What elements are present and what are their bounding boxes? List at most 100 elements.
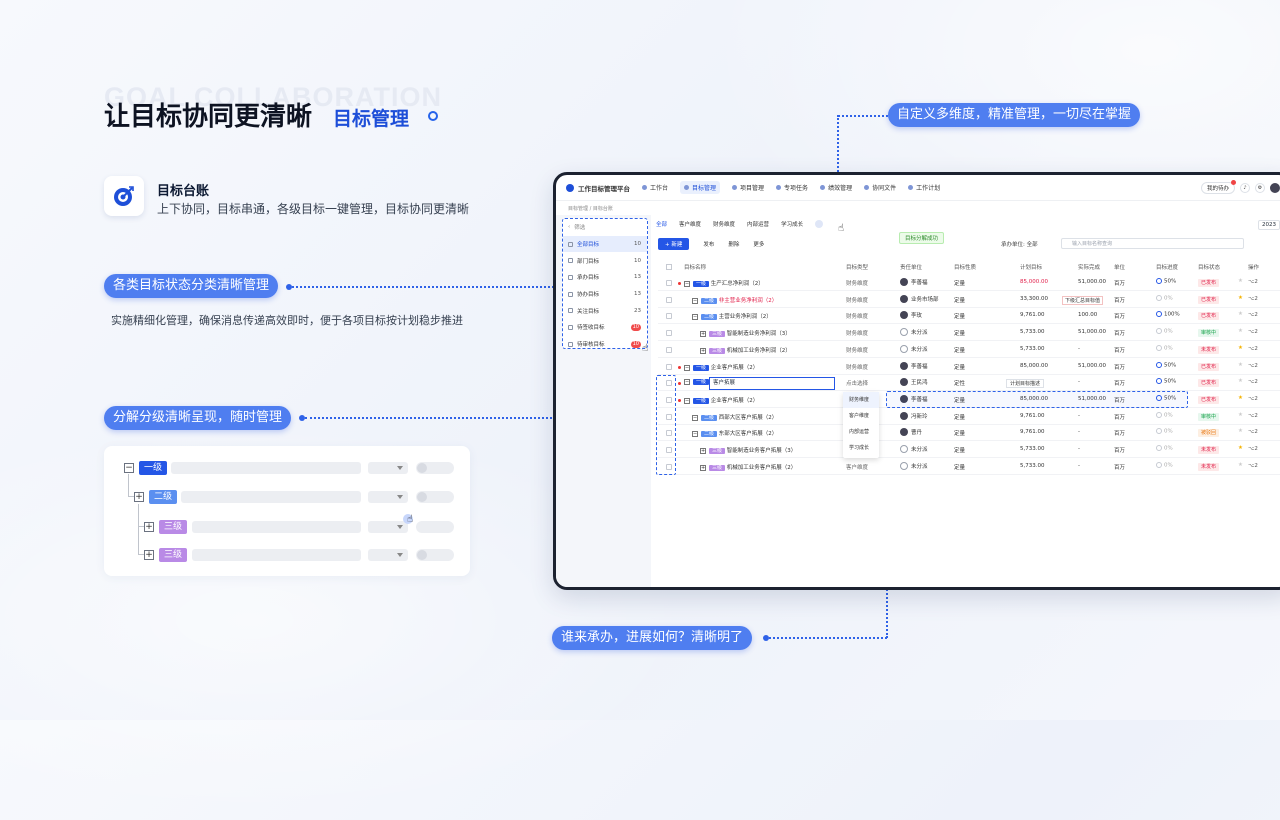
star-icon[interactable]: ★ [1238,295,1243,301]
expand-icon[interactable]: − [684,397,690,404]
nav-special-tasks[interactable]: 专项任务 [776,183,808,192]
todo-button[interactable]: 我的待办 [1200,180,1236,194]
tab-learning[interactable]: 学习成长 [781,220,803,228]
table-row[interactable]: −一级 企业客户拓展（2） 财务维度 李善福 定量 85,000.00 51,000.00… [658,359,1280,375]
more-ops-icon[interactable]: ⌥2 [1248,379,1258,385]
tab-customer[interactable]: 客户维度 [679,220,701,228]
more-ops-icon[interactable]: ⌥2 [1248,312,1258,318]
nav-collab-files[interactable]: 协同文件 [864,183,896,192]
tree-row-level2[interactable]: + 二级 [134,490,178,504]
star-icon[interactable]: ★ [1238,328,1243,334]
delete-button[interactable]: 删除 [728,240,739,248]
row-checkbox[interactable] [666,330,672,337]
dropdown-option[interactable]: 财务维度 [843,392,879,408]
collapse-icon[interactable]: − [124,463,134,473]
nav-work-plan[interactable]: 工作计划 [908,183,940,192]
tab-finance[interactable]: 财务维度 [713,220,735,228]
row-checkbox[interactable] [666,346,672,353]
expand-icon[interactable]: + [700,347,706,354]
star-icon[interactable]: ★ [1238,278,1243,284]
goal-type[interactable]: 点击选择 [846,379,868,387]
expand-icon[interactable]: + [144,550,154,560]
star-icon[interactable]: ★ [1238,428,1243,434]
table-row[interactable]: − 二级 非主营业务净利润（2） 财务维度 业务市场部 定量 33,300.00 下级汇总目… [658,292,1280,308]
more-ops-icon[interactable]: ⌥2 [1248,396,1258,402]
expand-icon[interactable]: − [684,281,690,287]
expand-icon[interactable]: − [692,431,698,438]
more-ops-icon[interactable]: ⌥2 [1248,346,1258,352]
goal-name-cell[interactable]: − 一级 企业客户拓展（2） [684,396,758,405]
owner-cell[interactable]: 未分派 [900,461,928,470]
sidebar-filter[interactable]: ‹ 筛选 [563,219,647,236]
expand-icon[interactable]: + [700,464,706,471]
more-ops-icon[interactable]: ⌥2 [1248,329,1258,335]
expand-icon[interactable]: − [692,297,698,304]
table-row[interactable]: −二级 东部大区客户拓展（2） 内部运营 曹丹 定量 9,761.00 - 百万 0% 被驳回 ★… [658,425,1280,442]
sidebar-item-to-review[interactable]: 待审核目标 10 [563,336,647,353]
more-ops-icon[interactable]: ⌥2 [1248,296,1258,302]
expand-icon[interactable]: + [134,492,144,502]
expand-icon[interactable]: + [144,522,154,532]
star-icon[interactable]: ★ [1238,412,1243,418]
nav-performance[interactable]: 绩效管理 [820,183,852,192]
goal-name-cell[interactable]: − 二级 西部大区客户拓展（2） [692,413,777,422]
expand-icon[interactable]: + [700,448,706,454]
nav-project-management[interactable]: 项目管理 [732,183,764,192]
row-checkbox[interactable] [666,363,672,370]
tab-internal[interactable]: 内部运营 [747,220,769,228]
goal-name-cell[interactable]: − 一级 生产汇总净利润（2） [684,279,764,288]
sidebar-item-department[interactable]: 部门目标 10 [563,252,647,269]
expand-icon[interactable]: − [684,364,690,371]
table-row[interactable]: + 三级 机械加工业务客户拓展（2） 客户维度 未分派 定量 5,733.00 - 百万 0% 未… [658,459,1280,475]
table-row[interactable]: +三级 智能制造业务客户拓展（3） 学习成长 未分派 定量 5,733.00 - 百万 0% 未… [658,442,1280,458]
table-row[interactable]: + 三级 机械加工业务净利润（2） 财务维度 未分派 定量 5,733.00 - 百万 0% 未发… [658,342,1280,358]
tab-all[interactable]: 全部 [656,220,667,228]
star-icon[interactable]: ★ [1238,345,1243,351]
nav-workbench[interactable]: 工作台 [642,183,668,192]
search-input[interactable]: 输入目标名称查询 [1061,238,1244,249]
star-icon[interactable]: ★ [1238,311,1243,317]
star-icon[interactable]: ★ [1238,378,1243,384]
sidebar-item-to-sign[interactable]: 待签收目标 10 [563,319,647,336]
tree-row-level3[interactable]: + 三级 [144,548,188,562]
goal-name-cell[interactable]: − 二级 东部大区客户拓展（2） [692,429,777,438]
dropdown-option[interactable]: 学习成长 [843,440,879,456]
more-ops-icon[interactable]: ⌥2 [1248,279,1258,285]
more-ops-icon[interactable]: ⌥2 [1248,463,1258,469]
gear-icon[interactable]: ⚙ [1255,183,1265,193]
goal-name-cell[interactable]: + 三级 机械加工业务客户拓展（2） [700,463,796,472]
goal-name-input[interactable]: 客户拓展 [709,376,835,390]
table-row[interactable]: − 二级 主营业务净利润（2） 财务维度 李玫 定量 9,761.00 100.00 百万 10… [658,308,1280,325]
add-tab-icon[interactable] [815,220,824,228]
owner-cell[interactable]: 王民鸿 [900,378,928,387]
star-icon[interactable]: ★ [1238,462,1243,468]
expand-icon[interactable]: − [692,314,698,321]
owner-cell[interactable]: 未分派 [900,328,928,337]
row-checkbox[interactable] [666,296,672,303]
table-row[interactable]: − 一级 生产汇总净利润（2） 财务维度 李善福 定量 85,000.00 51,000.0… [658,275,1280,291]
goal-name-cell[interactable]: − 一级 [684,379,711,386]
owner-cell[interactable]: 冯新玲 [900,411,928,420]
star-icon[interactable]: ★ [1238,395,1243,401]
publish-button[interactable]: 发布 [703,240,714,248]
owner-cell[interactable]: 曹丹 [900,428,922,437]
star-icon[interactable]: ★ [1238,445,1243,451]
more-ops-icon[interactable]: ⌥2 [1248,363,1258,369]
owner-cell[interactable]: 李善福 [900,361,928,370]
dropdown-option[interactable]: 客户维度 [843,408,879,424]
bell-icon[interactable]: ♪ [1240,183,1250,193]
plan-value[interactable]: 计划目标描述 [1006,379,1045,389]
goal-name-cell[interactable]: + 三级 智能制造业务客户拓展（3） [700,446,796,455]
new-button[interactable]: + 新建 [658,238,690,250]
expand-icon[interactable]: − [692,414,698,421]
owner-cell[interactable]: 李玫 [900,311,922,320]
goal-name-cell[interactable]: − 二级 主营业务净利润（2） [692,312,772,321]
row-checkbox[interactable] [666,313,672,320]
dropdown-option[interactable]: 内部运营 [843,424,879,440]
more-ops-icon[interactable]: ⌥2 [1248,413,1258,419]
sidebar-item-handled[interactable]: 承办目标 13 [563,269,647,286]
sidebar-item-followed[interactable]: 关注目标 23 [563,302,647,319]
tree-row-level1[interactable]: − 一级 [124,461,168,475]
nav-goal-management[interactable]: 目标管理 [680,181,721,194]
goal-name-cell[interactable]: − 一级 企业客户拓展（2） [684,363,758,372]
